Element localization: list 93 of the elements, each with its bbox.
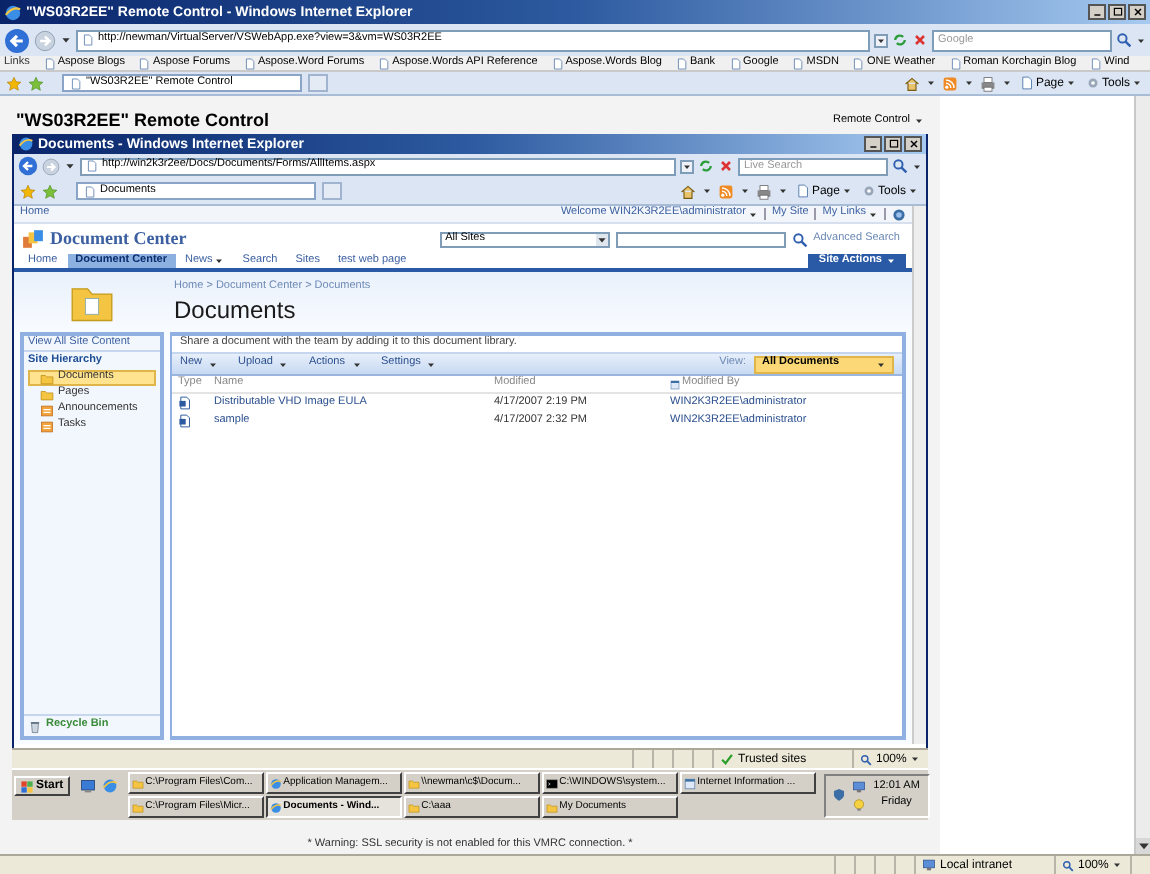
shield-icon[interactable]	[831, 788, 846, 802]
network-icon[interactable]	[851, 779, 866, 793]
start-logo-icon	[20, 779, 34, 793]
forward-button[interactable]	[42, 157, 60, 175]
caret-icon	[595, 233, 608, 245]
search-button[interactable]	[1116, 32, 1132, 48]
close-icon	[907, 138, 919, 150]
page-icon	[86, 160, 98, 172]
site-title: Document Center	[50, 230, 187, 248]
caret-icon	[886, 256, 896, 266]
caret-icon	[1001, 78, 1012, 88]
caret-icon	[351, 359, 361, 369]
caret-icon	[841, 186, 852, 196]
desktop-icon[interactable]	[79, 778, 96, 794]
search-field[interactable]	[615, 231, 786, 247]
caret-icon	[701, 186, 712, 196]
close-button[interactable]	[1128, 4, 1146, 20]
dropdown-button[interactable]	[680, 159, 694, 173]
print-icon[interactable]	[755, 183, 772, 199]
maximize-icon	[887, 138, 899, 150]
window-icon	[683, 777, 696, 789]
caret-icon	[208, 359, 219, 369]
page-icon	[84, 185, 96, 197]
page-icon	[82, 34, 94, 46]
back-button[interactable]	[18, 156, 38, 176]
back-button[interactable]	[4, 27, 30, 53]
search-button[interactable]	[791, 231, 808, 247]
caret-icon	[925, 78, 936, 88]
folder-icon	[545, 801, 558, 813]
document-icon	[178, 414, 192, 428]
checkmark-icon	[720, 752, 734, 766]
caret-icon	[60, 34, 72, 46]
browser-icon	[269, 801, 282, 813]
browser-icon	[18, 136, 34, 152]
monitor-icon	[922, 858, 936, 872]
column-icon	[670, 379, 680, 389]
star-icon[interactable]	[28, 75, 44, 91]
page-icon	[795, 184, 810, 198]
gear-icon	[1085, 76, 1100, 90]
home-icon[interactable]	[679, 183, 696, 199]
caret-icon	[876, 359, 886, 369]
forward-button[interactable]	[34, 29, 56, 51]
search-button[interactable]	[892, 158, 908, 174]
gear-icon	[861, 184, 876, 198]
caret-icon	[1065, 78, 1076, 88]
maximize-icon	[1111, 6, 1123, 18]
caret-icon	[1132, 78, 1142, 88]
star-icon[interactable]	[6, 75, 22, 91]
page-title: Documents	[174, 297, 298, 322]
caret-icon	[777, 186, 788, 196]
caret-icon	[426, 359, 437, 369]
help-icon[interactable]	[892, 207, 906, 221]
page-icon	[1019, 76, 1034, 90]
arrow-down-icon[interactable]	[1136, 838, 1150, 854]
minimize-button[interactable]	[1088, 4, 1106, 20]
document-icon	[178, 396, 192, 410]
zoom-icon	[1062, 859, 1074, 871]
dropdown-button[interactable]	[874, 33, 888, 47]
maximize-button[interactable]	[1108, 4, 1126, 20]
maximize-button[interactable]	[884, 136, 902, 152]
caret-icon	[912, 161, 922, 171]
browser-icon	[4, 3, 22, 21]
stop-button[interactable]	[912, 32, 928, 48]
browser-icon	[269, 777, 282, 789]
caret-icon	[910, 754, 921, 764]
feed-icon[interactable]	[941, 75, 958, 91]
scrollbar[interactable]	[912, 206, 926, 744]
caret-icon	[914, 116, 924, 126]
browser-icon[interactable]	[101, 778, 118, 794]
home-icon[interactable]	[903, 75, 920, 91]
star-icon[interactable]	[42, 183, 58, 199]
caret-icon	[1136, 35, 1146, 45]
close-icon	[1131, 6, 1143, 18]
feed-icon[interactable]	[717, 183, 734, 199]
caret-icon	[963, 78, 974, 88]
caret-icon	[1112, 860, 1123, 870]
caret-icon	[278, 359, 289, 369]
zoom-icon	[860, 753, 872, 765]
caret-icon	[64, 160, 76, 172]
scrollbar[interactable]	[1134, 96, 1150, 854]
remote-title: "WS03R2EE" Remote Control	[16, 112, 270, 130]
print-icon[interactable]	[979, 75, 996, 91]
console-icon	[545, 777, 558, 789]
caret-icon	[739, 186, 750, 196]
logo-icon	[22, 228, 44, 250]
minimize-button[interactable]	[864, 136, 882, 152]
stop-button[interactable]	[718, 158, 734, 174]
caret-icon	[214, 256, 225, 266]
close-button[interactable]	[904, 136, 922, 152]
page-icon	[70, 77, 82, 89]
trash-icon	[28, 719, 42, 733]
star-icon[interactable]	[20, 183, 36, 199]
caret-icon	[908, 186, 918, 196]
